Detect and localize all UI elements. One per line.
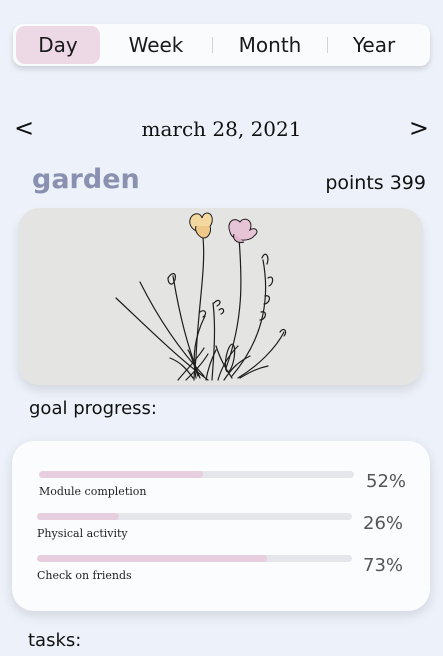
pink-flower bbox=[228, 218, 258, 243]
next-day-button[interactable]: > bbox=[409, 114, 429, 142]
current-date: march 28, 2021 bbox=[141, 117, 302, 141]
tab-week[interactable]: Week bbox=[100, 24, 212, 66]
goal-item: Physical activity 26% bbox=[12, 513, 430, 553]
goal-progress-heading: goal progress: bbox=[29, 398, 157, 419]
goal-percent: 26% bbox=[363, 513, 404, 534]
goal-label: Physical activity bbox=[37, 527, 128, 540]
tab-week-label: Week bbox=[128, 33, 184, 57]
goal-item: Check on friends 73% bbox=[12, 555, 430, 595]
period-segmented-control: Day Week Month Year bbox=[13, 24, 430, 66]
points-counter: points 399 bbox=[325, 172, 426, 194]
goal-label: Module completion bbox=[39, 485, 147, 498]
progress-track bbox=[39, 471, 354, 478]
tab-year-label: Year bbox=[352, 33, 396, 57]
garden-title: garden bbox=[32, 164, 140, 195]
flower-illustration bbox=[115, 212, 287, 381]
tab-year[interactable]: Year bbox=[328, 24, 420, 66]
progress-track bbox=[37, 555, 352, 562]
progress-fill bbox=[37, 513, 119, 520]
tab-day-label: Day bbox=[38, 33, 78, 57]
goal-item: Module completion 52% bbox=[12, 471, 430, 511]
progress-track bbox=[37, 513, 352, 520]
tab-day[interactable]: Day bbox=[16, 26, 100, 64]
yellow-flower bbox=[189, 212, 213, 239]
garden-illustration-card[interactable] bbox=[18, 208, 423, 385]
goal-percent: 52% bbox=[366, 471, 407, 492]
progress-fill bbox=[37, 555, 267, 562]
goal-label: Check on friends bbox=[37, 569, 132, 582]
tab-month[interactable]: Month bbox=[213, 24, 327, 66]
goal-progress-card: Module completion 52% Physical activity … bbox=[12, 441, 430, 611]
date-navigator: < march 28, 2021 > bbox=[0, 112, 443, 148]
goal-percent: 73% bbox=[363, 555, 404, 576]
progress-fill bbox=[39, 471, 203, 478]
tab-month-label: Month bbox=[238, 33, 302, 57]
tasks-heading: tasks: bbox=[28, 630, 82, 651]
